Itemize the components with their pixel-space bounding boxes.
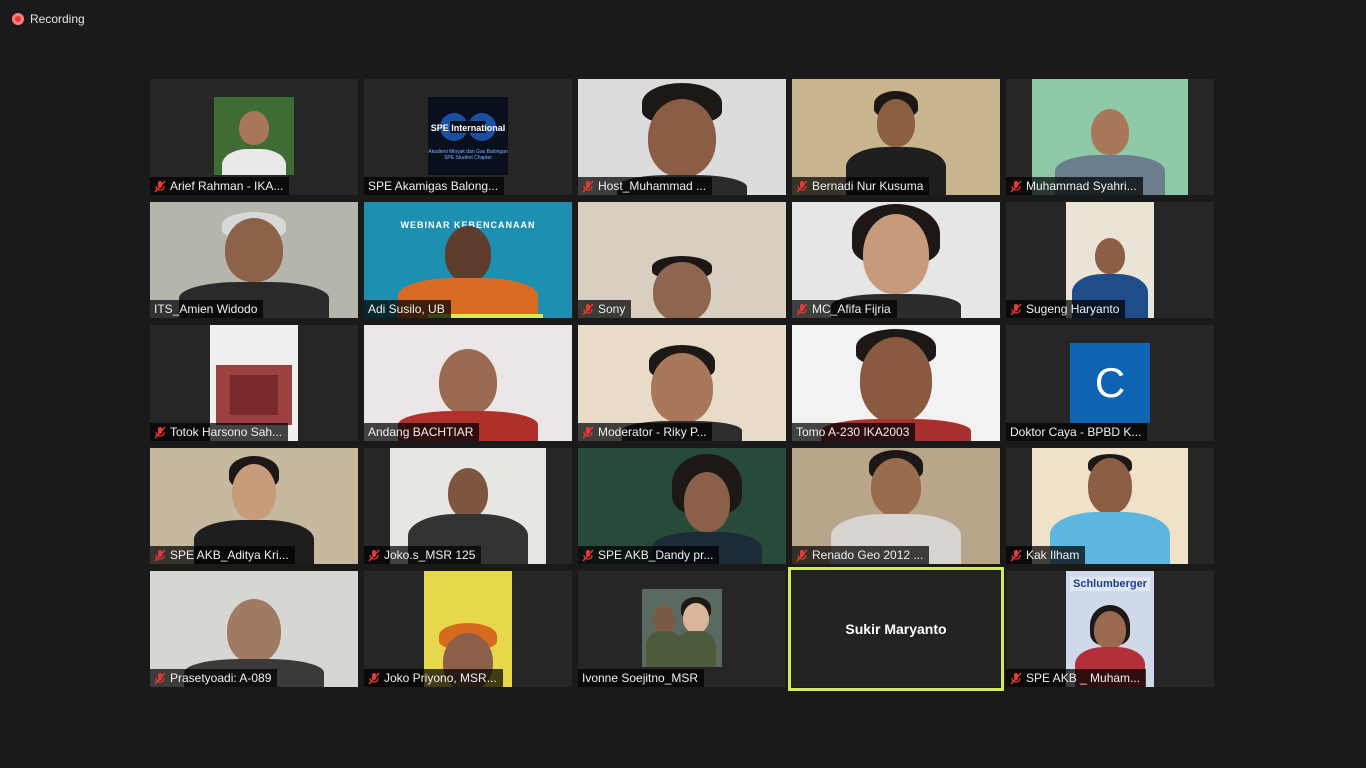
recording-icon: [12, 13, 24, 25]
schlumberger-logo: Schlumberger: [1070, 577, 1150, 591]
name-label: Renado Geo 2012 ...: [792, 546, 930, 564]
name-label: Adi Susilo, UB: [364, 300, 451, 318]
participant-tile[interactable]: Prasetyoadi: A-089: [150, 571, 358, 687]
participant-tile[interactable]: Renado Geo 2012 ...: [792, 448, 1000, 564]
mic-muted-icon: [154, 549, 166, 562]
participant-tile[interactable]: Arief Rahman - IKA...: [150, 79, 358, 195]
video-feed: SPE International Akademi Minyak dan Gas…: [428, 97, 508, 175]
mic-muted-icon: [368, 672, 380, 685]
participant-name-center: Sukir Maryanto: [845, 621, 947, 637]
name-label: Moderator - Riky P...: [578, 423, 713, 441]
name-label: Doktor Caya - BPBD K...: [1006, 423, 1148, 441]
mic-muted-icon: [368, 549, 380, 562]
participant-tile[interactable]: SPE International Akademi Minyak dan Gas…: [364, 79, 572, 195]
name-label: Host_Muhammad ...: [578, 177, 713, 195]
name-label: SPE AKB _ Muham...: [1006, 669, 1147, 687]
name-label: Prasetyoadi: A-089: [150, 669, 278, 687]
participant-tile[interactable]: Tomo A-230 IKA2003: [792, 325, 1000, 441]
participant-tile[interactable]: Bernadi Nur Kusuma: [792, 79, 1000, 195]
mic-muted-icon: [796, 303, 808, 316]
avatar: C: [1070, 343, 1150, 423]
participant-tile[interactable]: Ivonne Soejitno_MSR: [578, 571, 786, 687]
participant-tile[interactable]: SPE AKB_Dandy pr...: [578, 448, 786, 564]
name-label: Andang BACHTIAR: [364, 423, 480, 441]
participant-tile[interactable]: Schlumberger SPE AKB _ Muham...: [1006, 571, 1214, 687]
mic-muted-icon: [796, 549, 808, 562]
participant-gallery: Arief Rahman - IKA... SPE International …: [150, 79, 1214, 691]
participant-tile[interactable]: Totok Harsono Sah...: [150, 325, 358, 441]
participant-tile[interactable]: Andang BACHTIAR: [364, 325, 572, 441]
mic-muted-icon: [1010, 672, 1022, 685]
participant-tile[interactable]: SPE AKB_Aditya Kri...: [150, 448, 358, 564]
name-label: Arief Rahman - IKA...: [150, 177, 290, 195]
mic-muted-icon: [582, 303, 594, 316]
mic-muted-icon: [582, 180, 594, 193]
name-label: MC_Afifa Fijria: [792, 300, 897, 318]
recording-indicator[interactable]: Recording: [12, 12, 85, 26]
video-feed: [642, 589, 722, 667]
mic-muted-icon: [154, 180, 166, 193]
name-label: Tomo A-230 IKA2003: [792, 423, 916, 441]
participant-tile[interactable]: Host_Muhammad ...: [578, 79, 786, 195]
participant-tile[interactable]: ITS_Amien Widodo: [150, 202, 358, 318]
active-speaker-tile[interactable]: Sukir Maryanto: [788, 567, 1004, 691]
mic-muted-icon: [154, 672, 166, 685]
mic-muted-icon: [1010, 180, 1022, 193]
name-label: Totok Harsono Sah...: [150, 423, 289, 441]
mic-muted-icon: [1010, 549, 1022, 562]
name-label: Kak Ilham: [1006, 546, 1086, 564]
name-label: ITS_Amien Widodo: [150, 300, 264, 318]
mic-muted-icon: [1010, 303, 1022, 316]
mic-muted-icon: [796, 180, 808, 193]
name-label: Sony: [578, 300, 632, 318]
name-label: Joko Priyono, MSR...: [364, 669, 503, 687]
participant-tile[interactable]: Kak Ilham: [1006, 448, 1214, 564]
name-label: Ivonne Soejitno_MSR: [578, 669, 705, 687]
name-label: Bernadi Nur Kusuma: [792, 177, 930, 195]
participant-tile[interactable]: C Doktor Caya - BPBD K...: [1006, 325, 1214, 441]
name-label: Joko.s_MSR 125: [364, 546, 482, 564]
name-label: SPE AKB_Aditya Kri...: [150, 546, 295, 564]
name-label: Sugeng Haryanto: [1006, 300, 1126, 318]
participant-tile[interactable]: Sony: [578, 202, 786, 318]
participant-tile[interactable]: Moderator - Riky P...: [578, 325, 786, 441]
name-label: SPE AKB_Dandy pr...: [578, 546, 720, 564]
participant-tile[interactable]: MC_Afifa Fijria: [792, 202, 1000, 318]
mic-muted-icon: [582, 549, 594, 562]
video-feed: [214, 97, 294, 175]
name-label: Muhammad Syahri...: [1006, 177, 1143, 195]
mic-muted-icon: [582, 426, 594, 439]
participant-tile[interactable]: Joko Priyono, MSR...: [364, 571, 572, 687]
recording-label: Recording: [30, 12, 85, 26]
name-label: SPE Akamigas Balong...: [364, 177, 505, 195]
participant-tile[interactable]: Sugeng Haryanto: [1006, 202, 1214, 318]
participant-tile[interactable]: WEBINAR KEBENCANAAN Adi Susilo, UB: [364, 202, 572, 318]
participant-tile[interactable]: Joko.s_MSR 125: [364, 448, 572, 564]
mic-muted-icon: [154, 426, 166, 439]
participant-tile[interactable]: Muhammad Syahri...: [1006, 79, 1214, 195]
